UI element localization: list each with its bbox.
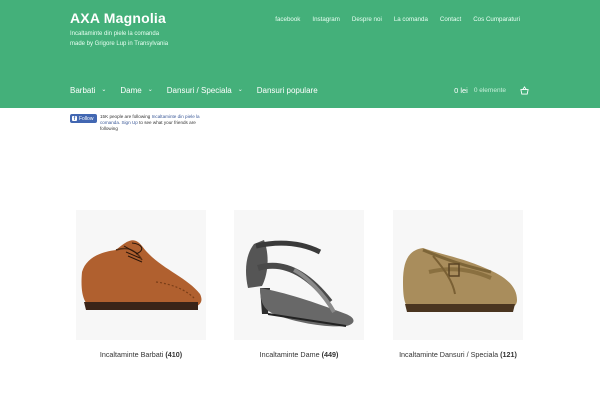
nav-item-dansuri-speciala[interactable]: Dansuri / Speciala ⌄: [167, 86, 243, 95]
category-name: Incaltaminte Dansuri / Speciala: [399, 350, 499, 359]
category-count: (410): [165, 350, 183, 359]
follow-count-text: 15K people are following: [100, 114, 152, 119]
facebook-icon: f: [72, 115, 77, 122]
chevron-down-icon: ⌄: [147, 87, 153, 93]
nav-item-barbati[interactable]: Barbati ⌄: [70, 86, 106, 95]
top-navigation: facebook Instagram Despre noi La comanda…: [263, 16, 520, 23]
shoe-image-flat[interactable]: [393, 210, 523, 340]
cart-total: 0 lei: [454, 86, 468, 95]
facebook-follow-widget: f Follow 15K people are following Incalt…: [70, 114, 210, 132]
brand: AXA Magnolia Incaltaminte din piele la c…: [70, 10, 170, 49]
nav-item-dame[interactable]: Dame ⌄: [120, 86, 152, 95]
category-name: Incaltaminte Barbati: [99, 350, 164, 359]
category-name: Incaltaminte Dame: [259, 350, 320, 359]
main-navigation: Barbati ⌄ Dame ⌄ Dansuri / Speciala ⌄ Da…: [70, 86, 332, 95]
chevron-down-icon: ⌄: [237, 87, 243, 93]
nav-label: Dame: [120, 86, 142, 95]
cart-item-count: 0 elemente: [473, 87, 506, 94]
follow-label: Follow: [79, 115, 94, 122]
nav-label: Dansuri / Speciala: [166, 86, 232, 95]
facebook-signup-link[interactable]: Sign Up: [121, 120, 137, 125]
nav-item-dansuri-populare[interactable]: Dansuri populare: [257, 86, 318, 95]
site-tagline: Incaltaminte din piele la comanda made b…: [70, 31, 169, 47]
nav-label: Barbati: [70, 86, 96, 95]
category-count: (449): [321, 350, 339, 359]
facebook-follow-text: 15K people are following Incaltaminte di…: [100, 114, 200, 131]
category-count: (121): [500, 350, 517, 359]
site-header: AXA Magnolia Incaltaminte din piele la c…: [0, 0, 600, 108]
top-link-instagram[interactable]: Instagram: [312, 16, 340, 23]
basket-icon: [520, 86, 529, 95]
top-link-custom-order[interactable]: La comanda: [394, 16, 428, 23]
site-title[interactable]: AXA Magnolia: [70, 10, 170, 26]
category-card-barbati[interactable]: Incaltaminte Barbati (410): [66, 210, 216, 359]
category-card-dansuri-speciala[interactable]: Incaltaminte Dansuri / Speciala (121): [383, 210, 533, 359]
nav-label: Dansuri populare: [256, 86, 318, 95]
top-link-contact[interactable]: Contact: [440, 16, 461, 23]
shoe-image-dance-heel[interactable]: [234, 210, 364, 340]
category-caption[interactable]: Incaltaminte Barbati (410): [66, 350, 216, 359]
facebook-follow-button[interactable]: f Follow: [70, 114, 97, 123]
top-link-facebook[interactable]: facebook: [275, 16, 300, 23]
category-caption[interactable]: Incaltaminte Dame (449): [224, 350, 374, 359]
header-cart[interactable]: 0 lei 0 elemente: [454, 86, 529, 95]
category-card-dame[interactable]: Incaltaminte Dame (449): [224, 210, 374, 359]
chevron-down-icon: ⌄: [101, 87, 107, 93]
category-caption[interactable]: Incaltaminte Dansuri / Speciala (121): [383, 350, 533, 359]
top-link-about[interactable]: Despre noi: [352, 16, 382, 23]
top-link-cart[interactable]: Cos Cumparaturi: [473, 16, 520, 23]
shoe-image-brogue[interactable]: [76, 210, 206, 340]
